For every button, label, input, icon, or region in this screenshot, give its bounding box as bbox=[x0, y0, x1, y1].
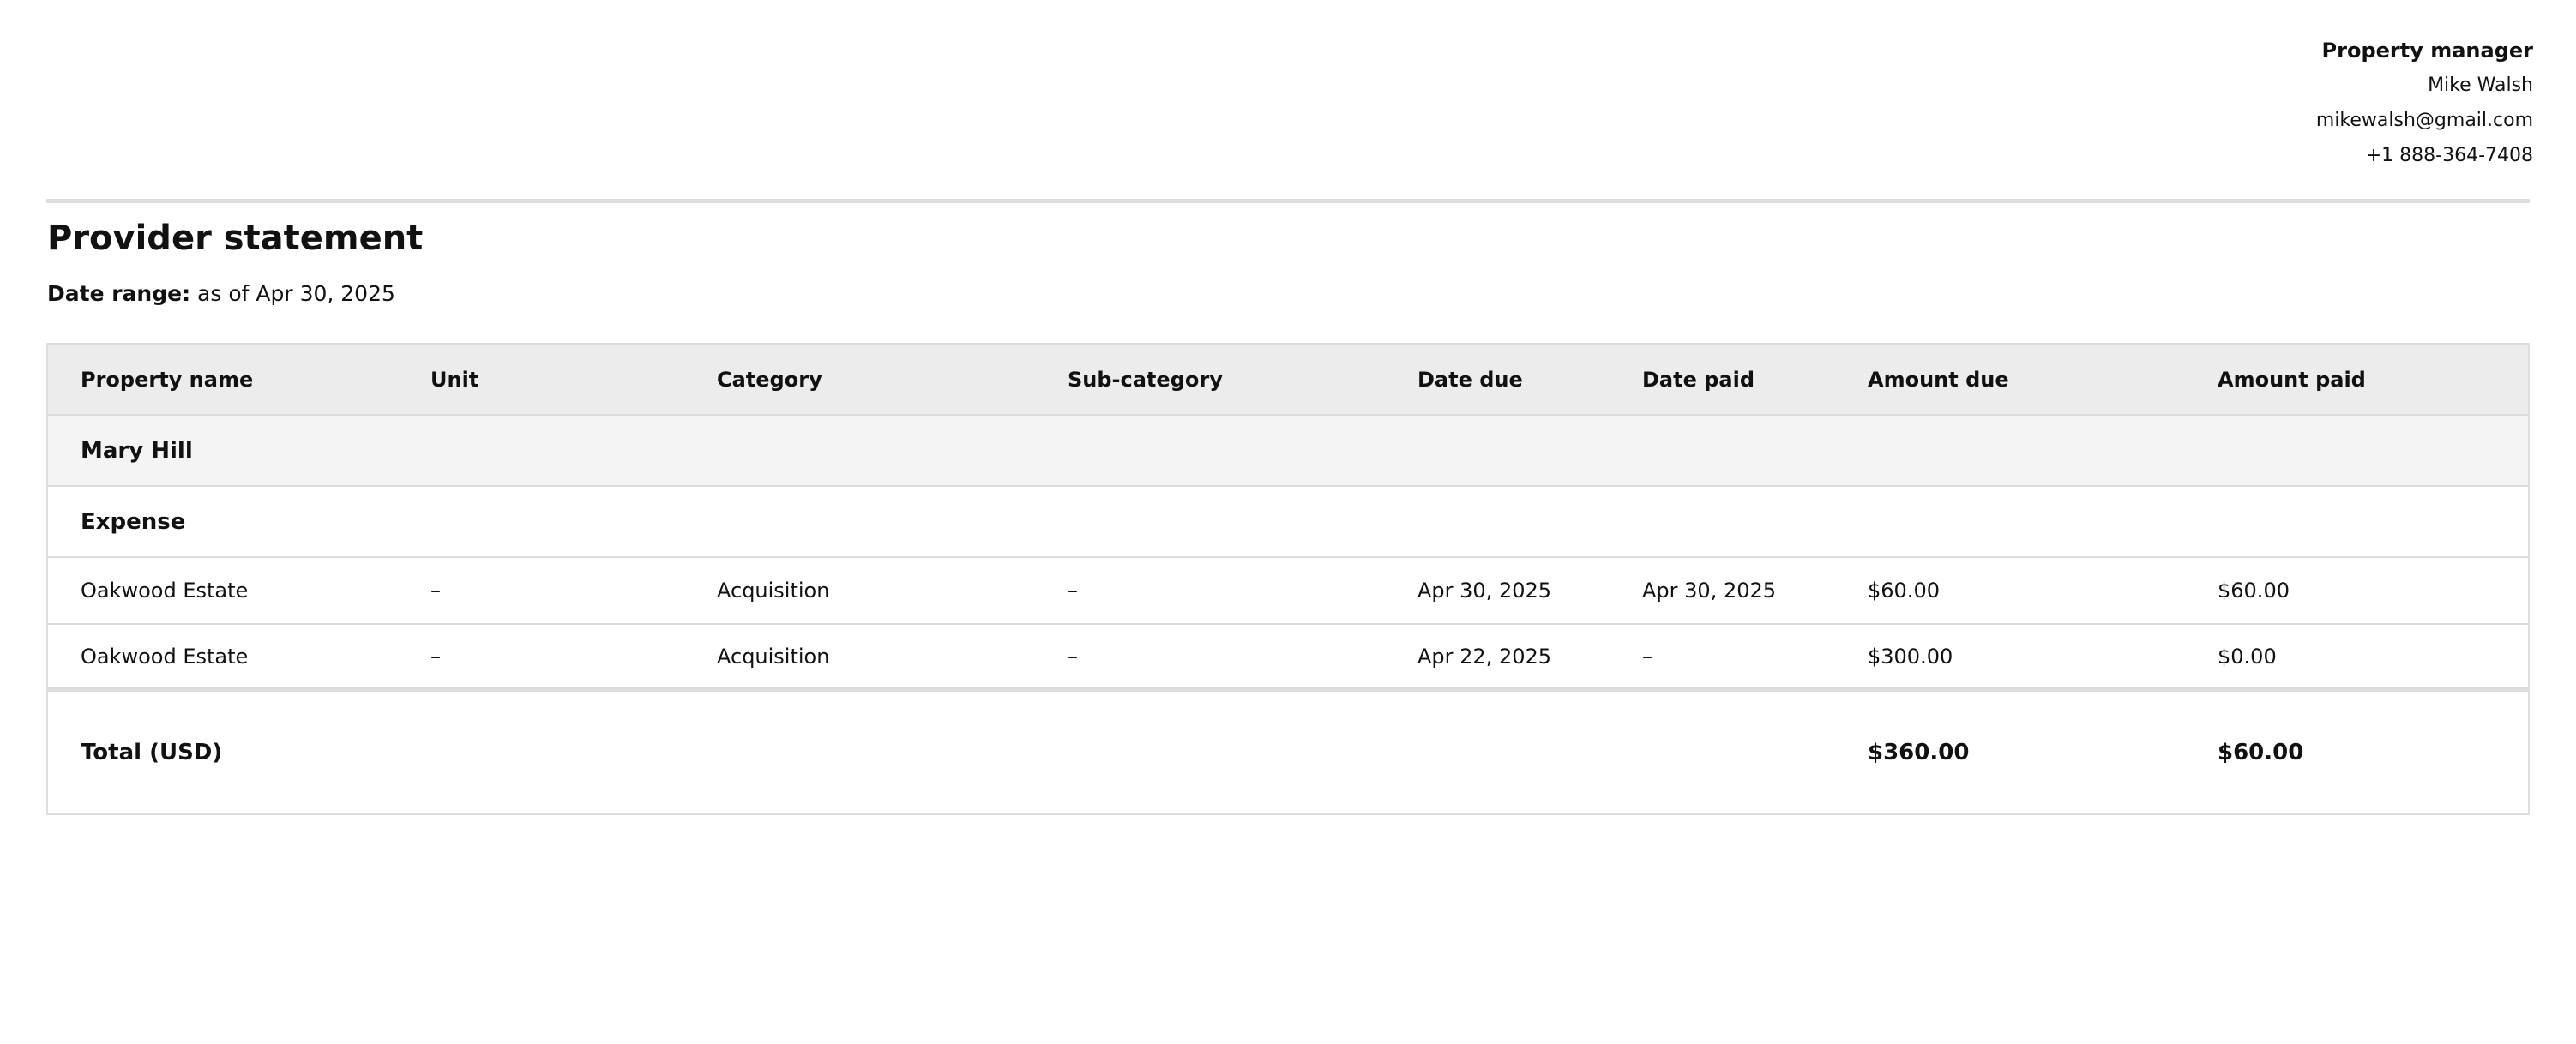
table-row: Oakwood Estate – Acquisition – Apr 30, 2… bbox=[48, 558, 2528, 625]
header-divider bbox=[46, 199, 2530, 203]
total-label: Total (USD) bbox=[81, 740, 223, 765]
column-header-sub-category: Sub-category bbox=[1068, 367, 1223, 392]
section-row: Expense bbox=[48, 487, 2528, 558]
column-header-unit: Unit bbox=[430, 367, 479, 392]
property-manager-info: Property manager Mike Walsh mikewalsh@gm… bbox=[2316, 38, 2533, 179]
cell-date-paid: Apr 30, 2025 bbox=[1642, 579, 1777, 603]
column-header-date-due: Date due bbox=[1417, 367, 1523, 392]
date-range-value: as of Apr 30, 2025 bbox=[197, 281, 395, 306]
manager-email: mikewalsh@gmail.com bbox=[2315, 110, 2533, 131]
cell-amount-paid: $0.00 bbox=[2218, 644, 2277, 669]
table-header-row: Property name Unit Category Sub-category… bbox=[48, 345, 2528, 416]
manager-role-label: Property manager bbox=[2321, 39, 2533, 63]
cell-unit: – bbox=[430, 644, 441, 669]
date-range-label: Date range: bbox=[47, 281, 191, 306]
date-range: Date range: as of Apr 30, 2025 bbox=[47, 280, 395, 308]
table-row: Oakwood Estate – Acquisition – Apr 22, 2… bbox=[48, 625, 2528, 692]
total-amount-paid: $60.00 bbox=[2218, 740, 2304, 765]
cell-category: Acquisition bbox=[717, 644, 830, 669]
column-header-property-name: Property name bbox=[81, 367, 254, 392]
group-row: Mary Hill bbox=[48, 416, 2528, 487]
group-label: Mary Hill bbox=[81, 437, 193, 464]
column-header-category: Category bbox=[717, 367, 822, 392]
manager-phone: +1 888-364-7408 bbox=[2365, 145, 2533, 166]
cell-date-due: Apr 30, 2025 bbox=[1417, 579, 1552, 603]
cell-category: Acquisition bbox=[717, 579, 830, 603]
total-row: Total (USD) $360.00 $60.00 bbox=[48, 692, 2528, 813]
column-header-amount-paid: Amount paid bbox=[2218, 367, 2366, 392]
statement-table: Property name Unit Category Sub-category… bbox=[46, 343, 2530, 815]
total-amount-due: $360.00 bbox=[1868, 740, 1970, 765]
cell-property-name: Oakwood Estate bbox=[81, 579, 249, 603]
page-title: Provider statement bbox=[47, 219, 424, 258]
cell-amount-due: $300.00 bbox=[1868, 644, 1953, 669]
column-header-date-paid: Date paid bbox=[1642, 367, 1755, 392]
cell-amount-paid: $60.00 bbox=[2218, 579, 2290, 603]
cell-unit: – bbox=[430, 579, 441, 603]
cell-sub-category: – bbox=[1068, 644, 1078, 669]
cell-amount-due: $60.00 bbox=[1868, 579, 1940, 603]
cell-property-name: Oakwood Estate bbox=[81, 644, 249, 669]
manager-name: Mike Walsh bbox=[2428, 75, 2533, 96]
cell-date-due: Apr 22, 2025 bbox=[1417, 644, 1552, 669]
cell-date-paid: – bbox=[1642, 644, 1652, 669]
section-label: Expense bbox=[81, 508, 186, 535]
column-header-amount-due: Amount due bbox=[1868, 367, 2009, 392]
cell-sub-category: – bbox=[1068, 579, 1078, 603]
